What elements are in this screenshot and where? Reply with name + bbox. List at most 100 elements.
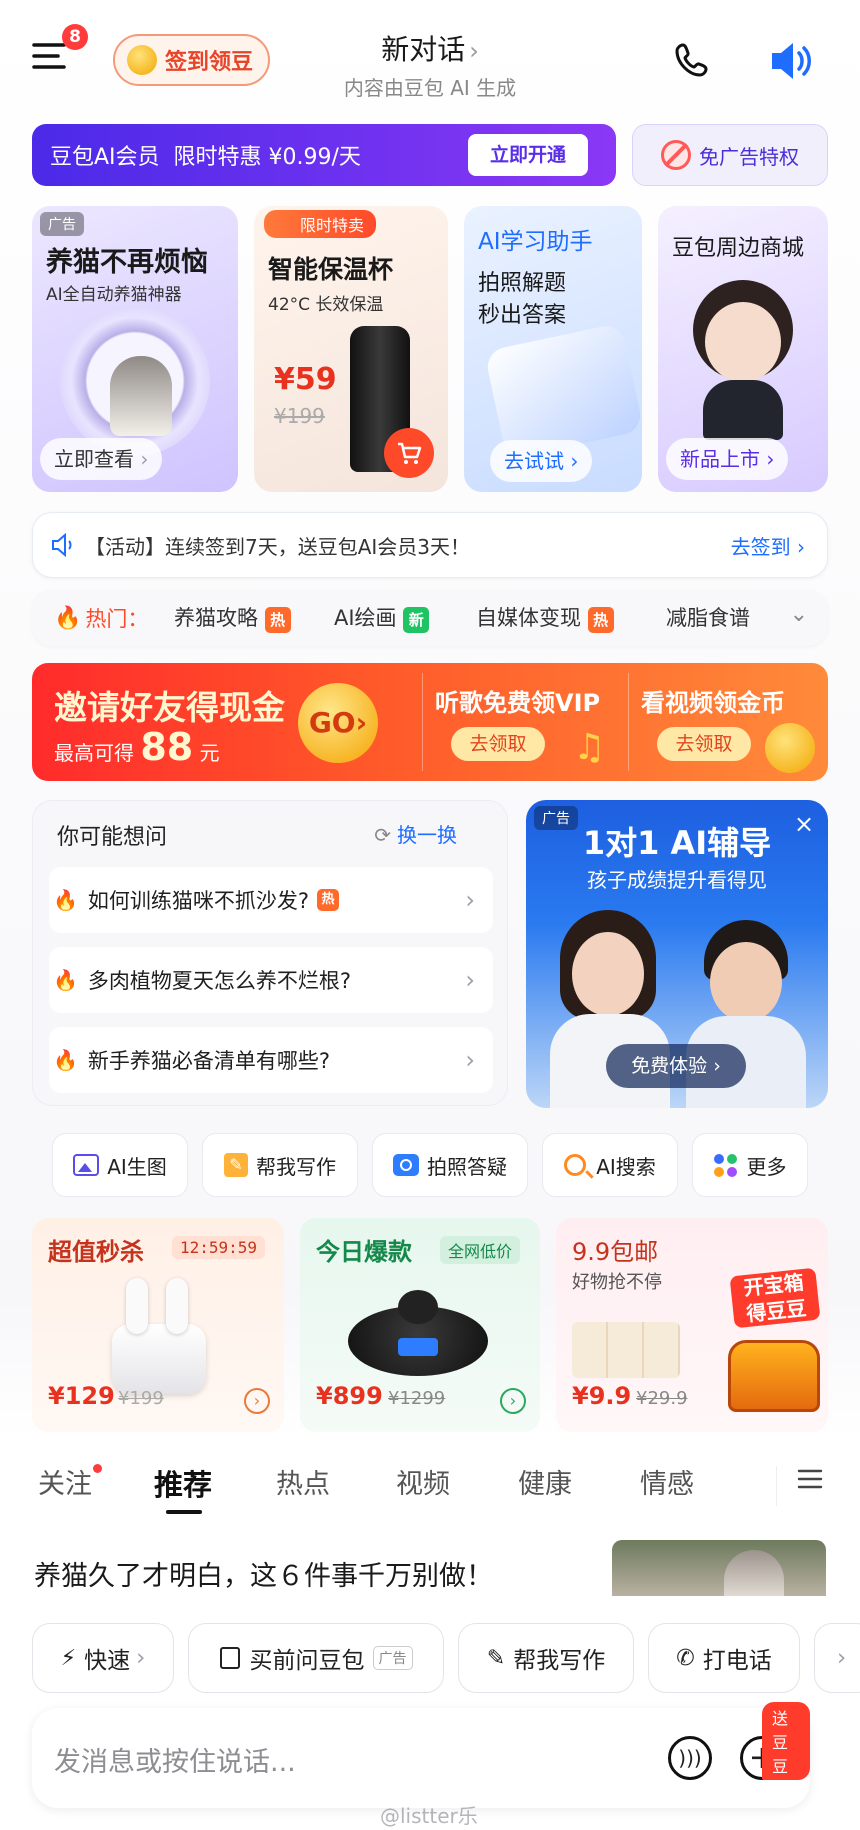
- go-button[interactable]: GO›: [298, 683, 378, 763]
- promo-card-study[interactable]: AI学习助手 拍照解题 秒出答案 去试试 ›: [464, 206, 642, 492]
- activity-cta[interactable]: 去签到 ›: [731, 531, 805, 560]
- arrow-circle-icon[interactable]: ›: [500, 1388, 526, 1414]
- promo-cta[interactable]: 新品上市 ›: [666, 438, 789, 480]
- article-thumbnail[interactable]: [612, 1540, 826, 1596]
- new-tag: 新: [403, 607, 430, 633]
- promo-title: 养猫不再烦恼: [46, 247, 208, 278]
- member-banner-text: 豆包AI会员 限时特惠 ¥0.99/天: [50, 145, 361, 170]
- invite-banner[interactable]: 邀请好友得现金 最高可得 88 元 GO› 听歌免费领VIP 去领取 ♫ 看视频…: [32, 663, 828, 781]
- promo-card-cup[interactable]: 限时特卖 智能保温杯 42°C 长效保温 ¥59 ¥199: [254, 206, 448, 492]
- earbuds-image: [104, 1278, 214, 1398]
- deal-hot-today[interactable]: 今日爆款 全网低价 ¥899 ¥1299 ›: [300, 1218, 540, 1432]
- activity-bar[interactable]: 【活动】连续签到7天，送豆包AI会员3天！ 去签到 ›: [32, 512, 828, 578]
- shortcut-label: AI生图: [107, 1154, 167, 1179]
- suggestion-item[interactable]: 🔥 新手养猫必备清单有哪些? ›: [49, 1027, 493, 1093]
- speaker-icon: [772, 43, 811, 79]
- speaker-icon: [52, 533, 72, 557]
- chevron-right-icon: ›: [766, 447, 775, 471]
- tab-emotion[interactable]: 情感: [640, 1462, 694, 1501]
- adfree-button[interactable]: 免广告特权: [632, 124, 828, 186]
- refresh-button[interactable]: ⟳ 换一换: [374, 819, 457, 848]
- chip-fast[interactable]: ⚡︎ 快速 ›: [32, 1623, 174, 1693]
- fire-icon: 🔥: [53, 968, 78, 992]
- member-banner[interactable]: 豆包AI会员 限时特惠 ¥0.99/天 立即开通: [32, 124, 616, 186]
- hot-topic[interactable]: 养猫攻略 热: [174, 602, 291, 633]
- tutor-cta[interactable]: 免费体验 ›: [606, 1044, 746, 1088]
- search-icon: [564, 1154, 594, 1179]
- promo-card-cat[interactable]: 广告 养猫不再烦恼 AI全自动养猫神器 立即查看 ›: [32, 206, 238, 492]
- shortcut-writing[interactable]: ✎ 帮我写作: [202, 1133, 358, 1197]
- arrow-circle-icon[interactable]: ›: [244, 1388, 270, 1414]
- price: ¥59: [274, 362, 337, 397]
- lightning-icon: ⚡︎: [60, 1645, 77, 1671]
- member-open-button[interactable]: 立即开通: [468, 134, 588, 176]
- chevron-right-icon: ›: [797, 534, 805, 559]
- speaker-button[interactable]: [768, 38, 818, 84]
- old-price: ¥29.9: [636, 1388, 688, 1409]
- phone-icon: ✆: [676, 1645, 695, 1671]
- doll-image: [688, 280, 798, 440]
- tab-video[interactable]: 视频: [396, 1462, 450, 1501]
- video-promo-cta[interactable]: 去领取: [657, 727, 751, 761]
- hot-topic[interactable]: AI绘画 新: [334, 602, 430, 633]
- tab-health[interactable]: 健康: [518, 1462, 572, 1501]
- promo-cta[interactable]: 立即查看 ›: [40, 438, 163, 480]
- tab-trending[interactable]: 热点: [276, 1462, 330, 1501]
- hot-topic[interactable]: 自媒体变现 热: [476, 602, 614, 633]
- deal-free-shipping[interactable]: 9.9包邮 好物抢不停 ¥9.9 ¥29.9 开宝箱 得豆豆: [556, 1218, 828, 1432]
- chip-writing[interactable]: ✎ 帮我写作: [458, 1623, 634, 1693]
- video-promo[interactable]: 看视频领金币 去领取: [628, 673, 828, 773]
- fire-icon: 🔥: [54, 605, 82, 631]
- voice-button[interactable]: ))): [668, 1736, 712, 1780]
- hot-topic[interactable]: 减脂食谱: [666, 602, 750, 632]
- shortcut-photo-qa[interactable]: 拍照答疑: [372, 1133, 528, 1197]
- image-icon: [73, 1154, 100, 1176]
- chevron-right-icon: ›: [837, 1645, 847, 1671]
- checkin-button[interactable]: 签到领豆: [113, 34, 270, 86]
- shortcut-ai-search[interactable]: AI搜索: [542, 1133, 678, 1197]
- cat-image: [110, 356, 172, 436]
- price: ¥899: [316, 1382, 383, 1410]
- chevron-right-icon: ›: [465, 1046, 475, 1074]
- hamburger-icon: [797, 1469, 823, 1489]
- tab-recommend[interactable]: 推荐: [154, 1462, 212, 1514]
- expand-chevron-icon[interactable]: ⌄: [790, 602, 808, 627]
- suggestion-item[interactable]: 🔥 如何训练猫咪不抓沙发? 热 ›: [49, 867, 493, 933]
- chest-icon: [728, 1340, 820, 1412]
- music-promo-cta[interactable]: 去领取: [451, 727, 545, 761]
- treasure-chest[interactable]: 开宝箱 得豆豆: [726, 1267, 826, 1424]
- menu-button[interactable]: 8: [30, 24, 88, 80]
- deal-title: 今日爆款: [316, 1238, 412, 1266]
- article-title[interactable]: 养猫久了才明白，这６件事千万别做！: [34, 1554, 493, 1593]
- deal-subtitle: 好物抢不停: [572, 1272, 662, 1293]
- chip-overflow[interactable]: ›: [814, 1623, 860, 1693]
- chat-title[interactable]: 新对话 ›: [330, 28, 530, 68]
- message-input[interactable]: 发消息或按住说话...: [54, 1740, 296, 1779]
- promo-cta[interactable]: 去试试 ›: [490, 440, 593, 482]
- tutor-ad[interactable]: 广告 × 1对1 AI辅导 孩子成绩提升看得见 免费体验 ›: [526, 800, 828, 1108]
- tab-follow[interactable]: 关注: [38, 1462, 102, 1501]
- shortcut-ai-image[interactable]: AI生图: [52, 1133, 188, 1197]
- invite-title: 邀请好友得现金: [54, 688, 285, 727]
- chip-ask-before-buy[interactable]: 买前问豆包 广告: [188, 1623, 444, 1693]
- suggestion-item[interactable]: 🔥 多肉植物夏天怎么养不烂根? ›: [49, 947, 493, 1013]
- tutor-subtitle: 孩子成绩提升看得见: [587, 868, 767, 892]
- adfree-label: 免广告特权: [699, 144, 799, 169]
- edit-icon: ✎: [486, 1645, 506, 1671]
- message-input-bar[interactable]: 发消息或按住说话... ))) + 送豆豆: [32, 1702, 810, 1808]
- cart-button[interactable]: [384, 428, 434, 478]
- ad-tag: 广告: [372, 1646, 413, 1670]
- menu-badge: 8: [62, 24, 88, 50]
- promo-subtitle: AI全自动养猫神器: [46, 285, 182, 305]
- chip-call[interactable]: ✆ 打电话: [648, 1623, 800, 1693]
- promo-card-shop[interactable]: 豆包周边商城 新品上市 ›: [658, 206, 828, 492]
- music-promo[interactable]: 听歌免费领VIP 去领取 ♫: [422, 673, 622, 771]
- countdown-timer: 12:59:59: [172, 1236, 266, 1259]
- deal-tag: 全网低价: [440, 1236, 521, 1264]
- music-note-icon: ♫: [573, 727, 606, 768]
- shortcut-more[interactable]: 更多: [692, 1133, 808, 1197]
- promo-title: AI学习助手: [478, 229, 593, 255]
- deal-flash-sale[interactable]: 超值秒杀 12:59:59 ¥129 ¥199 ›: [32, 1218, 284, 1432]
- call-button[interactable]: [672, 40, 716, 84]
- tab-menu-button[interactable]: [776, 1466, 824, 1506]
